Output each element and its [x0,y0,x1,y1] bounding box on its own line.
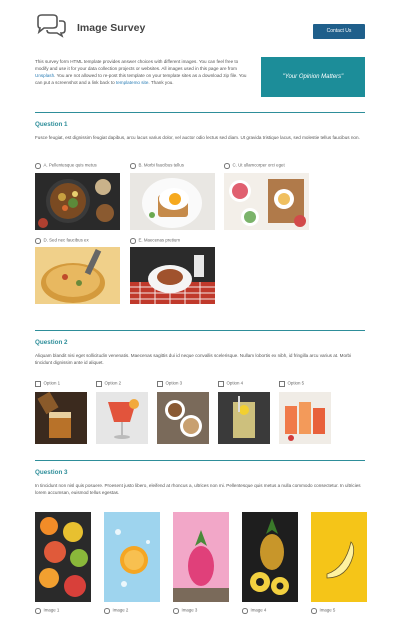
q3-image-5[interactable] [311,512,367,602]
q2-image-5[interactable] [279,392,331,444]
coffee-cups-image [157,392,209,444]
question-1-section: Question 1 Fusce feugiat, est dignissim … [35,120,365,330]
q2-option-2[interactable]: Option 2 [96,380,121,387]
q1-option-d[interactable]: D. Sed nec faucibus ex [35,237,89,244]
q1-option-a-label: A. Pellentesque quis metus [43,162,97,168]
checkbox[interactable] [35,381,41,387]
divider [35,112,365,113]
q1-image-e[interactable] [130,247,215,304]
q1-image-d[interactable] [35,247,120,304]
radio-button[interactable] [104,608,110,614]
radio-button[interactable] [35,238,41,244]
question-1-title: Question 1 [35,121,68,128]
page-title: Image Survey [77,22,146,34]
intro-section: This survey form HTML template provides … [35,56,365,112]
q1-option-e[interactable]: E. Maecenas pretium [130,237,180,244]
q2-option-1-label: Option 1 [43,380,61,386]
q2-option-5-label: Option 5 [287,380,305,386]
cocktail-image [96,392,148,444]
q3-option-4-label: Image 4 [250,607,267,613]
q1-option-a[interactable]: A. Pellentesque quis metus [35,162,97,169]
q2-option-3-label: Option 3 [165,380,183,386]
templatemo-link[interactable]: templatemo site [116,80,148,85]
quote-banner: "Your Opinion Matters" [261,57,365,97]
q3-option-1[interactable]: Image 1 [35,607,59,614]
radio-button[interactable] [35,608,41,614]
divider [35,460,365,461]
orange-splash-image [104,512,160,602]
unsplash-link[interactable]: Unsplash [35,73,54,78]
q3-image-1[interactable] [35,512,91,602]
q2-image-1[interactable] [35,392,87,444]
q2-option-1[interactable]: Option 1 [35,380,60,387]
radio-button[interactable] [311,608,317,614]
q3-image-2[interactable] [104,512,160,602]
q1-option-b-label: B. Morbi faucibus tellus [138,162,184,168]
q3-option-2[interactable]: Image 2 [104,607,128,614]
radio-button[interactable] [130,238,136,244]
checkbox[interactable] [218,381,224,387]
paella-pan-image [35,247,120,304]
intro-text: This survey form HTML template provides … [35,58,249,86]
intro-text-part-3: . Thank you. [148,80,174,86]
q2-option-5[interactable]: Option 5 [279,380,304,387]
q1-option-c-label: C. Ut ullamcorper orci eget [232,162,285,168]
q1-image-c[interactable] [224,173,309,230]
radio-button[interactable] [242,608,248,614]
header: Image Survey Contact Us [35,0,365,52]
q3-option-3-label: Image 3 [181,607,198,613]
q2-option-2-label: Option 2 [104,380,122,386]
q3-option-5[interactable]: Image 5 [311,607,335,614]
radio-button[interactable] [173,608,179,614]
question-2-section: Question 2 Aliquam blandit nisi eget sol… [35,338,365,460]
q1-option-d-label: D. Sed nec faucibus ex [43,237,89,243]
q2-option-3[interactable]: Option 3 [157,380,182,387]
question-1-description: Fusce feugiat, est dignissim feugiat dap… [35,134,360,140]
breakfast-spread-image [224,173,309,230]
intro-text-part-1: This survey form HTML template provides … [35,59,239,72]
pan-food-image [35,173,120,230]
divider [35,330,365,331]
question-2-description: Aliquam blandit nisi eget sollicitudin v… [35,352,352,365]
checkbox[interactable] [96,381,102,387]
q3-image-3[interactable] [173,512,229,602]
q3-option-4[interactable]: Image 4 [242,607,266,614]
q3-option-3[interactable]: Image 3 [173,607,197,614]
contact-us-button[interactable]: Contact Us [313,24,365,39]
q2-option-4-label: Option 4 [226,380,244,386]
q2-image-2[interactable] [96,392,148,444]
q1-option-e-label: E. Maecenas pretium [138,237,181,243]
q3-image-4[interactable] [242,512,298,602]
question-2-title: Question 2 [35,339,68,346]
question-3-title: Question 3 [35,469,68,476]
q2-option-4[interactable]: Option 4 [218,380,243,387]
survey-page: Image Survey Contact Us This survey form… [0,0,400,638]
chat-bubbles-icon [37,14,66,38]
q2-image-4[interactable] [218,392,270,444]
radio-button[interactable] [35,163,41,169]
q1-option-b[interactable]: B. Morbi faucibus tellus [130,162,184,169]
egg-toast-image [130,173,215,230]
q3-option-1-label: Image 1 [43,607,60,613]
question-3-section: Question 3 In tincidunt non nisl quis po… [35,468,367,638]
lemonade-image [218,392,270,444]
radio-button[interactable] [224,163,230,169]
whisky-glass-image [35,392,87,444]
banana-image [311,512,367,602]
q3-option-2-label: Image 2 [112,607,129,613]
dinner-plate-image [130,247,215,304]
q1-image-b[interactable] [130,173,215,230]
radio-button[interactable] [130,163,136,169]
juice-glasses-image [279,392,331,444]
pineapple-slices-image [242,512,298,602]
q1-image-a[interactable] [35,173,120,230]
q3-option-5-label: Image 5 [319,607,336,613]
pink-pineapple-image [173,512,229,602]
checkbox[interactable] [279,381,285,387]
q2-image-3[interactable] [157,392,209,444]
question-3-description: In tincidunt non nisl quis posuere. Proe… [35,482,361,495]
citrus-fruits-image [35,512,91,602]
q1-option-c[interactable]: C. Ut ullamcorper orci eget [224,162,285,169]
checkbox[interactable] [157,381,163,387]
